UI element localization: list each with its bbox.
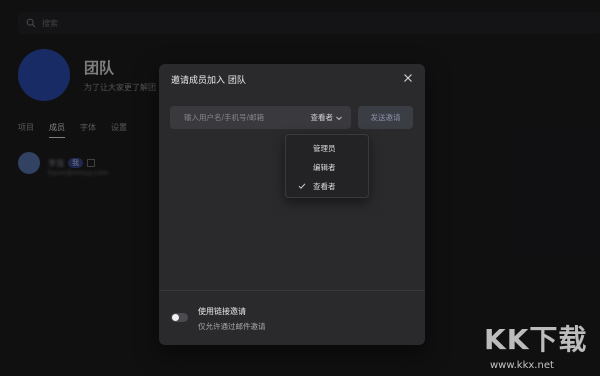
watermark: KK下载 www.kkx.net [480, 318, 598, 376]
role-select[interactable]: 查看者 [311, 106, 344, 129]
invite-input[interactable]: 输入用户名/手机号/邮箱 查看者 [170, 106, 351, 129]
role-dropdown: 管理员 编辑者 查看者 [285, 134, 369, 198]
link-invite-description: 仅允许通过邮件邀请 [198, 322, 266, 331]
check-icon [298, 183, 306, 189]
role-select-value: 查看者 [310, 113, 334, 122]
link-invite-toggle[interactable] [171, 313, 188, 322]
divider [159, 290, 425, 291]
watermark-url: www.kkx.net [490, 360, 554, 371]
link-invite-title: 使用链接邀请 [198, 307, 246, 316]
role-option-label: 编辑者 [313, 162, 336, 172]
send-invite-button[interactable]: 发送邀请 [358, 106, 413, 129]
role-option-editor[interactable]: 编辑者 [286, 158, 368, 176]
invite-input-placeholder: 输入用户名/手机号/邮箱 [184, 113, 265, 122]
role-option-label: 管理员 [313, 143, 336, 153]
role-option-viewer[interactable]: 查看者 [286, 177, 368, 195]
toggle-knob [172, 314, 179, 321]
watermark-logo: KK下载 [484, 323, 588, 356]
chevron-down-icon [336, 116, 342, 120]
role-option-label: 查看者 [313, 181, 336, 191]
invite-dialog: 邀请成员加入 团队 输入用户名/手机号/邮箱 查看者 发送邀请 管理员 编辑者 … [159, 64, 425, 345]
close-icon[interactable] [401, 71, 415, 85]
dialog-title: 邀请成员加入 团队 [171, 76, 246, 86]
role-option-admin[interactable]: 管理员 [286, 139, 368, 157]
